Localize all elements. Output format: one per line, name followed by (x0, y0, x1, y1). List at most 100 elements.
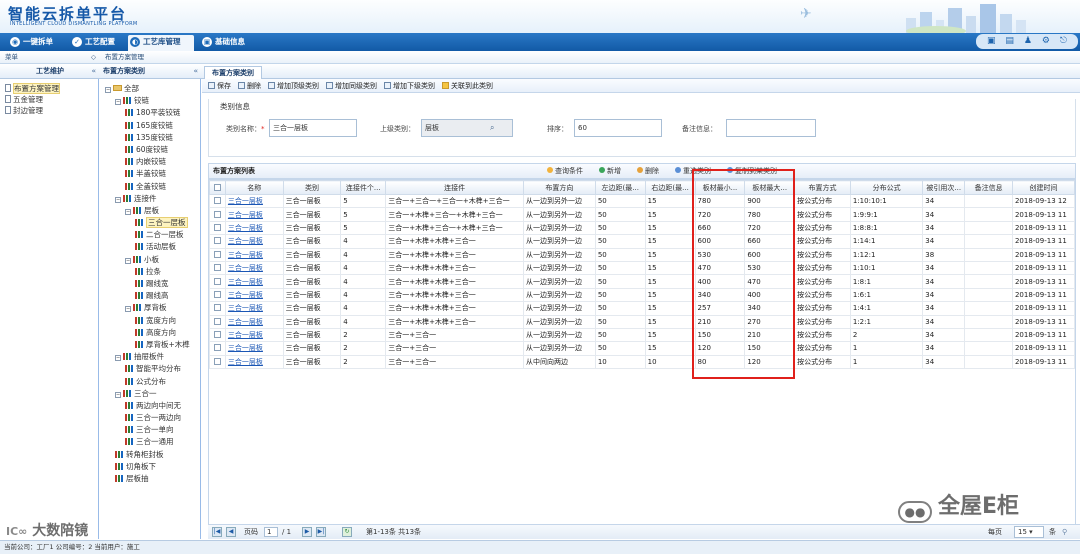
row-name-link[interactable]: 三合一层板 (224, 220, 284, 236)
row-name-link[interactable]: 三合一层板 (224, 314, 284, 329)
tree-node[interactable]: 拉条 (100, 266, 200, 278)
tree-node[interactable]: 智能平均分布 (100, 363, 200, 375)
menu-item-edgeband[interactable]: 封边管理 (0, 105, 98, 116)
tree-node[interactable]: 半盖铰链 (100, 168, 200, 180)
parent-category-input[interactable]: 层板 (421, 119, 513, 137)
row-name-link[interactable]: 三合一层板 (224, 301, 284, 316)
collapse-toggle-icon[interactable]: − (115, 391, 121, 398)
nav-process-library[interactable]: ◐ 工艺库管理 (128, 35, 194, 51)
list-tool-button[interactable]: 新增 (599, 164, 629, 179)
user-icon[interactable]: ♟ (1024, 37, 1032, 46)
nav-one-click-split[interactable]: ◉ 一键拆单 (8, 35, 63, 49)
table-row[interactable]: 三合一层板 三合一层板 5 三合一+三合一+三合一+木榫+三合一 从一边到另外一边 50 1… (209, 193, 1075, 209)
remark-textarea[interactable] (726, 119, 816, 137)
menu-collapse-button[interactable]: « (91, 64, 96, 79)
row-checkbox[interactable] (209, 327, 226, 343)
tree-node[interactable]: 内嵌铰链 (100, 156, 200, 168)
add-child-category-button[interactable]: 增加下级类别 (384, 81, 435, 91)
collapse-toggle-icon[interactable]: − (105, 87, 111, 93)
per-page-select[interactable]: 15 ▾ (1014, 526, 1044, 538)
row-checkbox[interactable] (209, 260, 226, 276)
tree-node[interactable]: 活动层板 (100, 241, 200, 253)
tree-node[interactable]: 135度铰链 (100, 132, 200, 144)
page-input[interactable]: 1 (264, 527, 278, 537)
row-name-link[interactable]: 三合一层板 (224, 247, 284, 262)
nav-basic-info[interactable]: ▣ 基础信息 (200, 35, 255, 49)
tree-node[interactable]: 踢线宽 (100, 278, 200, 290)
row-checkbox[interactable] (209, 207, 226, 222)
exit-icon[interactable]: ⎋ (1060, 37, 1067, 46)
collapse-toggle-icon[interactable]: − (115, 99, 121, 106)
column-header[interactable]: 创建时间 (1011, 180, 1075, 195)
row-name-link[interactable]: 三合一层板 (224, 193, 284, 209)
tree-node[interactable]: − 三合一 (100, 388, 200, 400)
row-checkbox[interactable] (209, 247, 226, 262)
category-name-input[interactable]: 三合一层板 (269, 119, 357, 137)
collapse-toggle-icon[interactable]: − (115, 196, 121, 203)
save-button[interactable]: 保存 (208, 81, 231, 91)
row-name-link[interactable]: 三合一层板 (224, 274, 284, 289)
table-row[interactable]: 三合一层板 三合一层板 4 三合一+木榫+木榫+三合一 从一边到另外一边 50 15 600 6… (209, 234, 1075, 249)
column-header[interactable]: 左边距(最... (594, 180, 646, 195)
row-checkbox[interactable] (209, 341, 226, 356)
tree-node[interactable]: 165度铰链 (100, 120, 200, 132)
collapse-toggle-icon[interactable]: − (125, 306, 131, 313)
tab-layout-category[interactable]: 布置方案类别 (204, 66, 262, 80)
table-row[interactable]: 三合一层板 三合一层板 2 三合一+三合一 从一边到另外一边 50 15 120 150 按公式分… (209, 341, 1075, 356)
refresh-icon[interactable]: ↻ (342, 527, 352, 537)
tree-node[interactable]: 转角柜封板 (100, 449, 200, 461)
table-row[interactable]: 三合一层板 三合一层板 4 三合一+木榫+木榫+三合一 从一边到另外一边 50 15 340 4… (209, 287, 1075, 303)
monitor-icon[interactable]: ▣ (987, 37, 996, 46)
column-header[interactable]: 布置方式 (794, 180, 851, 195)
column-header[interactable]: 类别 (282, 180, 342, 195)
tree-node[interactable]: 高度方向 (100, 327, 200, 339)
tree-node[interactable]: − 层板 (100, 205, 200, 217)
tree-node[interactable]: 公式分布 (100, 376, 200, 388)
tree-node[interactable]: 踢线高 (100, 290, 200, 302)
row-checkbox[interactable] (209, 301, 226, 316)
search-icon[interactable]: ⌕ (490, 123, 494, 133)
column-header[interactable]: 连接件 (385, 180, 524, 195)
tree-node[interactable]: 三合一层板 (100, 217, 200, 229)
table-row[interactable]: 三合一层板 三合一层板 4 三合一+木榫+木榫+三合一 从一边到另外一边 50 15 210 2… (209, 314, 1075, 329)
row-name-link[interactable]: 三合一层板 (224, 287, 284, 303)
menu-item-hardware[interactable]: 五金管理 (0, 94, 98, 105)
table-row[interactable]: 三合一层板 三合一层板 2 三合一+三合一 从中间向两边 10 10 80 120 按公式分布 1 3… (209, 354, 1075, 370)
tree-node[interactable]: 厚背板+木榫 (100, 339, 200, 351)
row-checkbox[interactable] (209, 193, 226, 209)
row-name-link[interactable]: 三合一层板 (224, 354, 284, 370)
breadcrumb-tab[interactable]: 布置方案管理 (105, 53, 144, 61)
nav-process-config[interactable]: ✓ 工艺配置 (70, 35, 125, 49)
prev-page-button[interactable]: ◀ (226, 527, 236, 537)
column-header[interactable]: 被引用次... (922, 180, 966, 195)
row-checkbox[interactable] (209, 220, 226, 236)
row-name-link[interactable]: 三合一层板 (224, 260, 284, 276)
tree-node[interactable]: 切角板下 (100, 461, 200, 473)
next-page-button[interactable]: ▶ (302, 527, 312, 537)
table-row[interactable]: 三合一层板 三合一层板 5 三合一+木榫+三合一+木榫+三合一 从一边到另外一边 50 15… (209, 220, 1075, 236)
column-header[interactable]: 分布公式 (849, 180, 924, 195)
tree-node[interactable]: 三合一单向 (100, 424, 200, 436)
add-sibling-category-button[interactable]: 增加同级类别 (326, 81, 377, 91)
collapse-toggle-icon[interactable]: − (125, 257, 131, 264)
tree-node[interactable]: 层板抽 (100, 473, 200, 485)
table-row[interactable]: 三合一层板 三合一层板 4 三合一+木榫+木榫+三合一 从一边到另外一边 50 15 470 5… (209, 260, 1075, 276)
last-page-button[interactable]: ▶| (316, 527, 326, 537)
collapse-toggle-icon[interactable]: − (125, 208, 131, 215)
link-to-category-button[interactable]: 关联到此类别 (442, 81, 493, 91)
row-name-link[interactable]: 三合一层板 (224, 341, 284, 356)
tree-node[interactable]: 二合一层板 (100, 229, 200, 241)
table-row[interactable]: 三合一层板 三合一层板 2 三合一+三合一 从一边到另外一边 50 15 150 210 按公式分… (209, 327, 1075, 343)
row-name-link[interactable]: 三合一层板 (224, 234, 284, 249)
tree-node[interactable]: − 连接件 (100, 193, 200, 205)
tree-node[interactable]: − 厚背板 (100, 302, 200, 314)
tree-node[interactable]: − 抽屉板件 (100, 351, 200, 363)
column-header[interactable]: 备注信息 (964, 180, 1013, 195)
book-icon[interactable]: ▤ (1005, 37, 1014, 46)
row-checkbox[interactable] (209, 274, 226, 289)
select-all-checkbox[interactable] (209, 180, 226, 195)
row-name-link[interactable]: 三合一层板 (224, 207, 284, 222)
row-checkbox[interactable] (209, 354, 226, 370)
row-checkbox[interactable] (209, 287, 226, 303)
table-row[interactable]: 三合一层板 三合一层板 4 三合一+木榫+木榫+三合一 从一边到另外一边 50 15 400 4… (209, 274, 1075, 289)
